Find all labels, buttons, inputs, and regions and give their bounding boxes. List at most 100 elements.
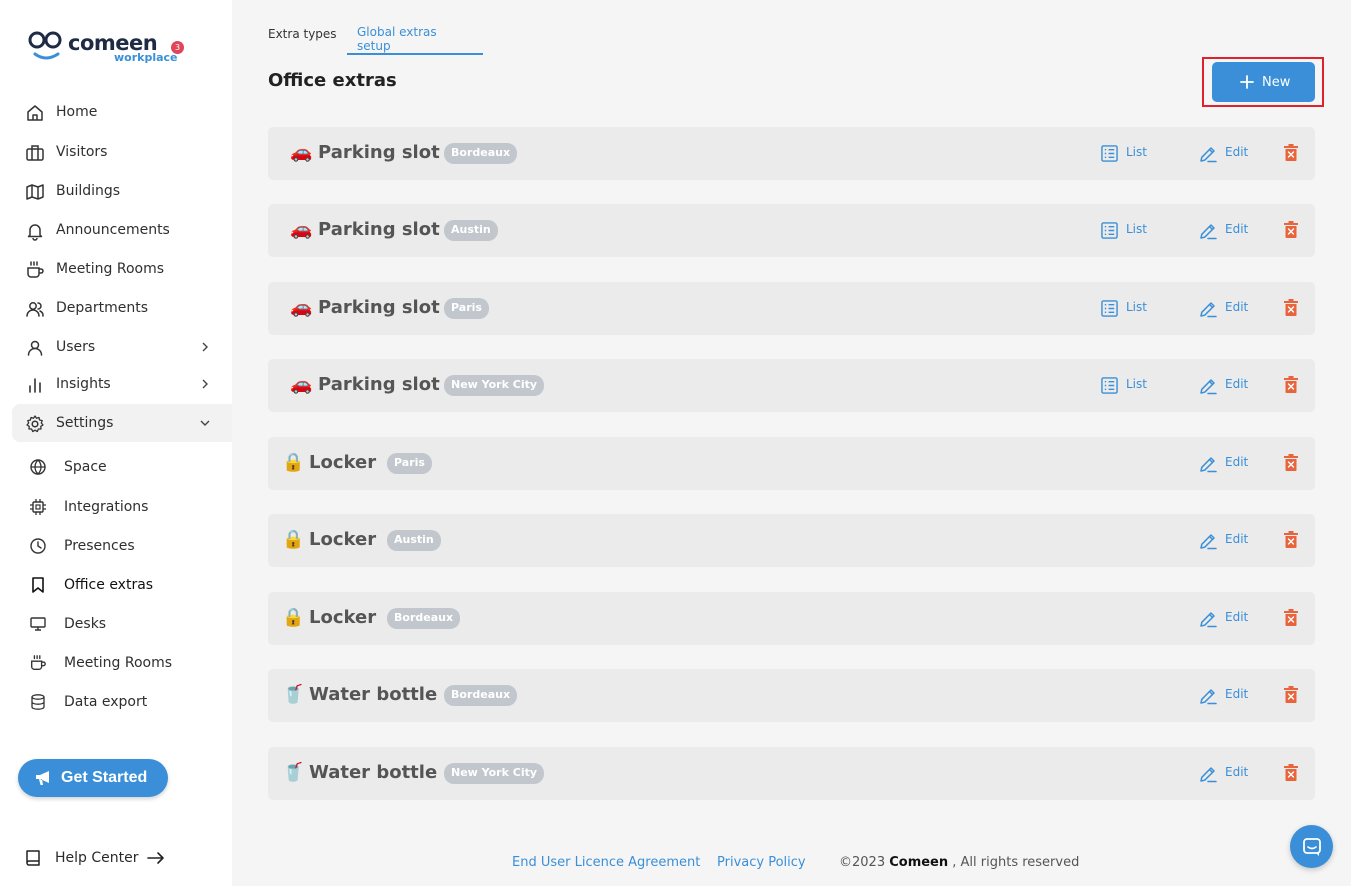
book-icon <box>26 850 40 866</box>
list-icon <box>1101 300 1118 317</box>
edit-label: Edit <box>1225 377 1249 391</box>
users-icon <box>26 302 44 317</box>
sidebar-subitem-presences[interactable]: Presences <box>20 528 232 564</box>
notification-badge[interactable]: 3 <box>171 41 184 54</box>
sidebar-subitem-office-extras[interactable]: Office extras <box>20 567 232 603</box>
list-label: List <box>1126 145 1147 159</box>
sidebar-item-insights[interactable]: Insights <box>12 365 232 403</box>
arrow-right-icon <box>147 852 164 864</box>
pencil-icon <box>1200 379 1217 395</box>
briefcase-icon <box>26 145 44 161</box>
list-button[interactable]: List <box>1101 298 1161 318</box>
pencil-icon <box>1200 767 1217 783</box>
edit-label: Edit <box>1225 455 1249 469</box>
extra-emoji-icon: 🚗 <box>290 142 313 163</box>
extra-row: 🚗 Parking slot Bordeaux List Edit <box>268 127 1315 180</box>
trash-icon[interactable] <box>1284 531 1298 548</box>
sidebar-subitem-integrations[interactable]: Integrations <box>20 489 232 525</box>
coffee-icon <box>27 261 44 278</box>
sidebar-item-departments[interactable]: Departments <box>12 289 232 327</box>
sidebar-item-meeting-rooms[interactable]: Meeting Rooms <box>12 250 232 288</box>
pencil-icon <box>1200 224 1217 240</box>
new-button[interactable]: New <box>1212 62 1315 102</box>
chat-bubble-button[interactable] <box>1290 825 1333 868</box>
edit-label: Edit <box>1225 765 1249 779</box>
logo-mark-icon <box>28 31 62 60</box>
location-badge: Bordeaux <box>387 608 461 629</box>
sidebar-item-buildings[interactable]: Buildings <box>12 172 232 210</box>
sidebar-item-announcements[interactable]: Announcements <box>12 211 232 249</box>
coffee-icon <box>31 655 46 670</box>
list-icon <box>1101 145 1118 162</box>
chevron-right-icon <box>202 342 208 352</box>
trash-icon[interactable] <box>1284 221 1298 238</box>
trash-icon[interactable] <box>1284 299 1298 316</box>
copyright-suffix: , All rights reserved <box>948 855 1080 870</box>
list-button[interactable]: List <box>1101 375 1161 395</box>
edit-label: Edit <box>1225 610 1249 624</box>
new-button-label: New <box>1262 74 1291 90</box>
trash-icon[interactable] <box>1284 454 1298 471</box>
trash-icon[interactable] <box>1284 609 1298 626</box>
help-center-link[interactable]: Help Center <box>24 846 184 870</box>
trash-icon[interactable] <box>1284 686 1298 703</box>
location-badge: Austin <box>387 530 441 551</box>
extra-name: Parking slot <box>318 219 440 240</box>
sidebar-subitem-space[interactable]: Space <box>20 449 232 485</box>
eula-link[interactable]: End User Licence Agreement <box>512 855 700 870</box>
list-label: List <box>1126 222 1147 236</box>
extra-emoji-icon: 🚗 <box>290 219 313 240</box>
edit-button[interactable]: Edit <box>1199 530 1259 550</box>
sidebar-subitem-label: Desks <box>64 616 107 632</box>
sidebar-item-visitors[interactable]: Visitors <box>12 133 232 171</box>
edit-button[interactable]: Edit <box>1199 763 1259 783</box>
get-started-button[interactable]: Get Started <box>18 759 168 797</box>
edit-button[interactable]: Edit <box>1199 220 1259 240</box>
list-button[interactable]: List <box>1101 220 1161 240</box>
clock-icon <box>30 538 46 554</box>
sidebar-item-label: Insights <box>56 376 111 392</box>
chevron-down-icon <box>200 420 210 426</box>
extra-name: Parking slot <box>318 297 440 318</box>
sidebar-subitem-desks[interactable]: Desks <box>20 606 232 642</box>
trash-icon[interactable] <box>1284 376 1298 393</box>
tabs-bar: Extra types Global extras setup <box>258 14 1351 55</box>
edit-button[interactable]: Edit <box>1199 685 1259 705</box>
sidebar-item-home[interactable]: Home <box>12 93 232 131</box>
trash-icon[interactable] <box>1284 144 1298 161</box>
privacy-policy-link[interactable]: Privacy Policy <box>717 855 806 870</box>
extra-name: Locker <box>309 529 377 550</box>
list-button[interactable]: List <box>1101 143 1161 163</box>
edit-label: Edit <box>1225 687 1249 701</box>
location-badge: Paris <box>444 298 489 319</box>
extra-emoji-icon: 🚗 <box>290 297 313 318</box>
edit-button[interactable]: Edit <box>1199 143 1259 163</box>
extra-row: 🔒 Locker Paris Edit <box>268 437 1315 490</box>
get-started-label: Get Started <box>61 769 148 786</box>
edit-button[interactable]: Edit <box>1199 298 1259 318</box>
edit-button[interactable]: Edit <box>1199 375 1259 395</box>
sidebar-subitem-data-export[interactable]: Data export <box>20 684 232 720</box>
plus-icon <box>1240 75 1254 89</box>
sidebar-subitem-meeting-rooms[interactable]: Meeting Rooms <box>20 645 232 681</box>
tab-extra-types[interactable]: Extra types <box>258 14 347 55</box>
copyright-company: Comeen <box>889 855 949 870</box>
trash-icon[interactable] <box>1284 764 1298 781</box>
sidebar-item-users[interactable]: Users <box>12 328 232 366</box>
sidebar-item-settings[interactable]: Settings <box>12 404 232 442</box>
extra-row: 🔒 Locker Austin Edit <box>268 514 1315 567</box>
list-label: List <box>1126 377 1147 391</box>
sidebar-item-label: Settings <box>56 415 114 431</box>
user-icon <box>27 340 43 356</box>
pencil-icon <box>1200 534 1217 550</box>
sidebar-item-label: Announcements <box>56 222 170 238</box>
tab-global-extras-setup[interactable]: Global extras setup <box>347 14 483 55</box>
edit-label: Edit <box>1225 300 1249 314</box>
pencil-icon <box>1200 612 1217 628</box>
edit-button[interactable]: Edit <box>1199 453 1259 473</box>
edit-button[interactable]: Edit <box>1199 608 1259 628</box>
copyright: ©2023 Comeen , All rights reserved <box>839 855 1079 870</box>
logo[interactable]: comeen workplace 3 <box>28 30 188 66</box>
sidebar-subitem-label: Data export <box>64 694 148 710</box>
extra-emoji-icon: 🔒 <box>282 529 305 550</box>
